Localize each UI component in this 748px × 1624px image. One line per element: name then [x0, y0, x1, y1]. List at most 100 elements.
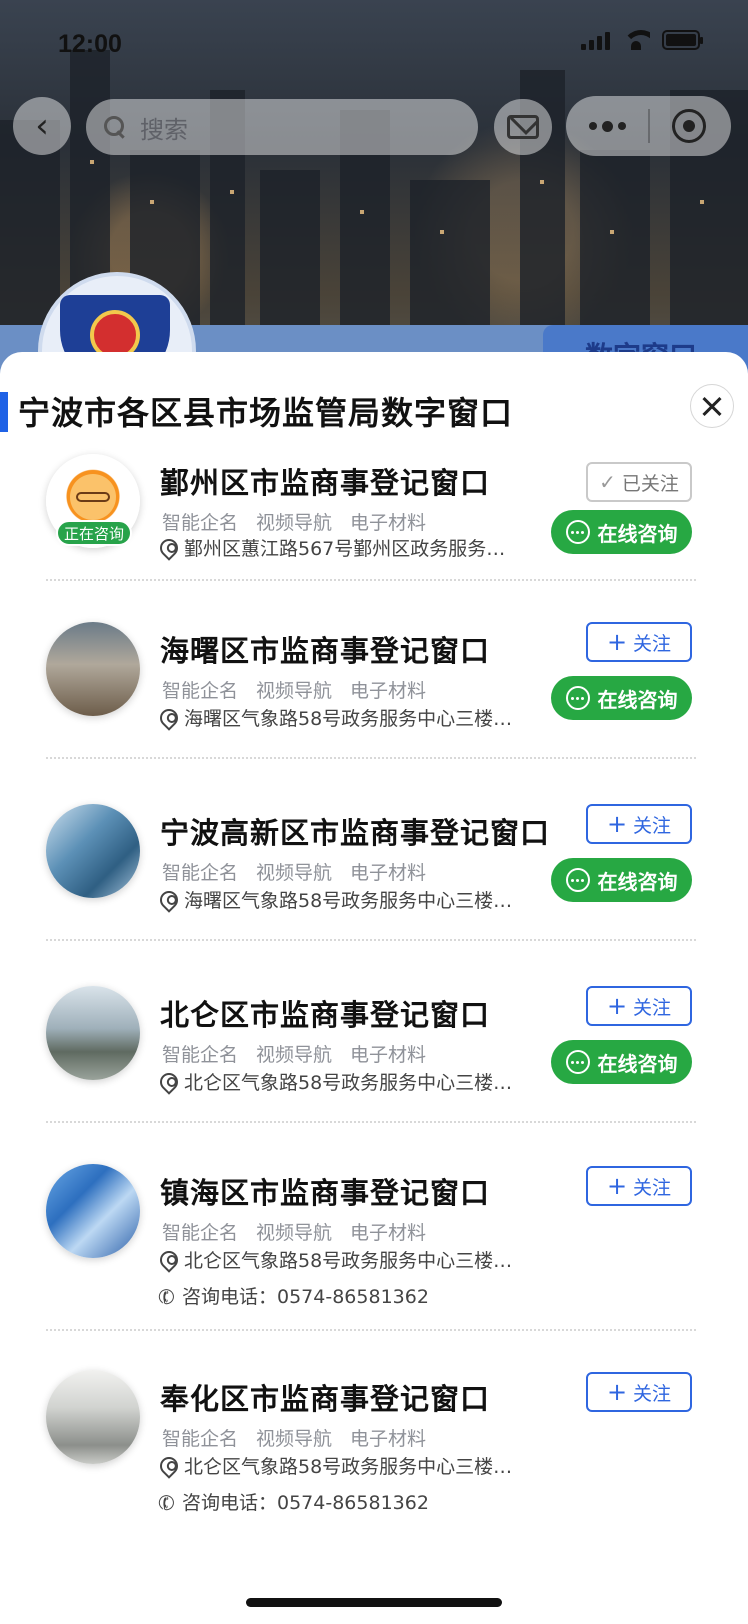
chevron-left-icon: ‹: [35, 106, 49, 146]
tag: 电子材料: [350, 1428, 427, 1450]
battery-icon: [662, 30, 703, 50]
follow-button[interactable]: + 关注: [586, 622, 692, 662]
tag: 智能企名: [162, 1428, 239, 1450]
follow-button[interactable]: + 关注: [586, 1166, 692, 1206]
mail-icon: [507, 115, 539, 139]
address: 海曙区气象路58号政务服务中心三楼…: [156, 886, 512, 913]
divider: [46, 579, 696, 581]
feature-tags: 智能企名 视频导航 电子材料: [162, 1218, 426, 1245]
feature-tags: 智能企名 视频导航 电子材料: [162, 676, 426, 703]
wifi-icon: [622, 30, 650, 50]
chat-bubble-icon: [565, 1050, 590, 1074]
list-item[interactable]: 北仑区市监商事登记窗口 智能企名 视频导航 电子材料 北仑区气象路58号政务服务…: [46, 986, 696, 1116]
tag: 智能企名: [162, 1044, 239, 1066]
live-status-badge: 正在咨询: [56, 520, 132, 546]
more-icon[interactable]: [566, 120, 648, 132]
tag: 视频导航: [256, 1428, 333, 1450]
divider: [46, 939, 696, 941]
consult-phone[interactable]: ✆ 咨询电话：0574-86581362: [154, 1488, 429, 1517]
window-name: 海曙区市监商事登记窗口: [160, 634, 491, 668]
home-indicator: [246, 1598, 502, 1607]
follow-button[interactable]: + 关注: [586, 1372, 692, 1412]
avatar: [46, 804, 140, 898]
tag: 电子材料: [350, 862, 427, 884]
list-item[interactable]: 正在咨询 鄞州区市监商事登记窗口 智能企名 视频导航 电子材料 鄞州区蕙江路56…: [46, 454, 696, 584]
address: 北仑区气象路58号政务服务中心三楼…: [156, 1068, 512, 1095]
plus-icon: +: [606, 1172, 628, 1200]
message-button[interactable]: [494, 99, 552, 155]
online-consult-button[interactable]: 在线咨询: [551, 858, 692, 902]
close-miniprogram-icon[interactable]: [672, 109, 706, 143]
list-item[interactable]: 奉化区市监商事登记窗口 智能企名 视频导航 电子材料 北仑区气象路58号政务服务…: [46, 1370, 696, 1530]
tag: 视频导航: [256, 512, 333, 534]
tag: 视频导航: [256, 680, 333, 702]
online-consult-button[interactable]: 在线咨询: [551, 676, 692, 720]
location-pin-icon: [156, 1452, 182, 1479]
feature-tags: 智能企名 视频导航 电子材料: [162, 858, 426, 885]
title-accent-bar: [0, 392, 8, 432]
plus-icon: +: [606, 992, 628, 1020]
tag: 视频导航: [256, 862, 333, 884]
tag: 智能企名: [162, 862, 239, 884]
miniprogram-capsule: [566, 96, 731, 156]
tag: 视频导航: [256, 1222, 333, 1244]
window-name: 北仑区市监商事登记窗口: [160, 998, 491, 1032]
search-placeholder: 搜索: [140, 115, 188, 144]
location-pin-icon: [156, 704, 182, 731]
phone-icon: ✆: [154, 1488, 179, 1517]
location-pin-icon: [156, 1068, 182, 1095]
search-input[interactable]: 搜索: [86, 99, 478, 155]
avatar: [46, 986, 140, 1080]
tag: 电子材料: [350, 512, 427, 534]
location-pin-icon: [156, 534, 182, 561]
tag: 电子材料: [350, 1044, 427, 1066]
follow-button[interactable]: + 关注: [586, 804, 692, 844]
tag: 智能企名: [162, 512, 239, 534]
chat-bubble-icon: [565, 868, 590, 892]
window-list-sheet: 宁波市各区县市场监管局数字窗口 正在咨询 鄞州区市监商事登记窗口 智能企名 视频…: [0, 352, 748, 1624]
list-item[interactable]: 镇海区市监商事登记窗口 智能企名 视频导航 电子材料 北仑区气象路58号政务服务…: [46, 1164, 696, 1324]
plus-icon: +: [606, 1378, 628, 1406]
followed-button[interactable]: ✓ 已关注: [586, 462, 692, 502]
window-name: 鄞州区市监商事登记窗口: [160, 466, 491, 500]
address: 海曙区气象路58号政务服务中心三楼…: [156, 704, 512, 731]
address: 鄞州区蕙江路567号鄞州区政务服务…: [156, 534, 505, 561]
window-name: 镇海区市监商事登记窗口: [160, 1176, 491, 1210]
divider: [46, 1329, 696, 1331]
tag: 电子材料: [350, 680, 427, 702]
divider: [46, 1121, 696, 1123]
online-consult-button[interactable]: 在线咨询: [551, 510, 692, 554]
chat-bubble-icon: [565, 520, 590, 544]
list-item[interactable]: 宁波高新区市监商事登记窗口 智能企名 视频导航 电子材料 海曙区气象路58号政务…: [46, 804, 696, 934]
status-time: 12:00: [58, 30, 122, 58]
address: 北仑区气象路58号政务服务中心三楼…: [156, 1452, 512, 1479]
consult-phone[interactable]: ✆ 咨询电话：0574-86581362: [154, 1282, 429, 1311]
chat-bubble-icon: [565, 686, 590, 710]
follow-button[interactable]: + 关注: [586, 986, 692, 1026]
window-name: 奉化区市监商事登记窗口: [160, 1382, 491, 1416]
status-icons: [581, 30, 703, 50]
location-pin-icon: [156, 886, 182, 913]
signal-icon: [581, 30, 610, 50]
divider: [46, 757, 696, 759]
online-consult-button[interactable]: 在线咨询: [551, 1040, 692, 1084]
phone-icon: ✆: [154, 1282, 179, 1311]
address: 北仑区气象路58号政务服务中心三楼…: [156, 1246, 512, 1273]
list-item[interactable]: 海曙区市监商事登记窗口 智能企名 视频导航 电子材料 海曙区气象路58号政务服务…: [46, 622, 696, 752]
plus-icon: +: [606, 628, 628, 656]
sheet-title: 宁波市各区县市场监管局数字窗口: [18, 394, 514, 432]
page: 数字窗口 12:00 ‹ 搜索 宁波市各区县市场监管局数字窗口: [0, 0, 748, 1624]
check-icon: ✓: [599, 470, 616, 494]
feature-tags: 智能企名 视频导航 电子材料: [162, 508, 426, 535]
tag: 电子材料: [350, 1222, 427, 1244]
plus-icon: +: [606, 810, 628, 838]
avatar: [46, 1164, 140, 1258]
feature-tags: 智能企名 视频导航 电子材料: [162, 1040, 426, 1067]
tag: 智能企名: [162, 680, 239, 702]
back-button[interactable]: ‹: [13, 97, 71, 155]
window-name: 宁波高新区市监商事登记窗口: [160, 816, 551, 850]
search-icon: [104, 116, 126, 138]
tag: 视频导航: [256, 1044, 333, 1066]
tag: 智能企名: [162, 1222, 239, 1244]
close-button[interactable]: [690, 384, 734, 428]
